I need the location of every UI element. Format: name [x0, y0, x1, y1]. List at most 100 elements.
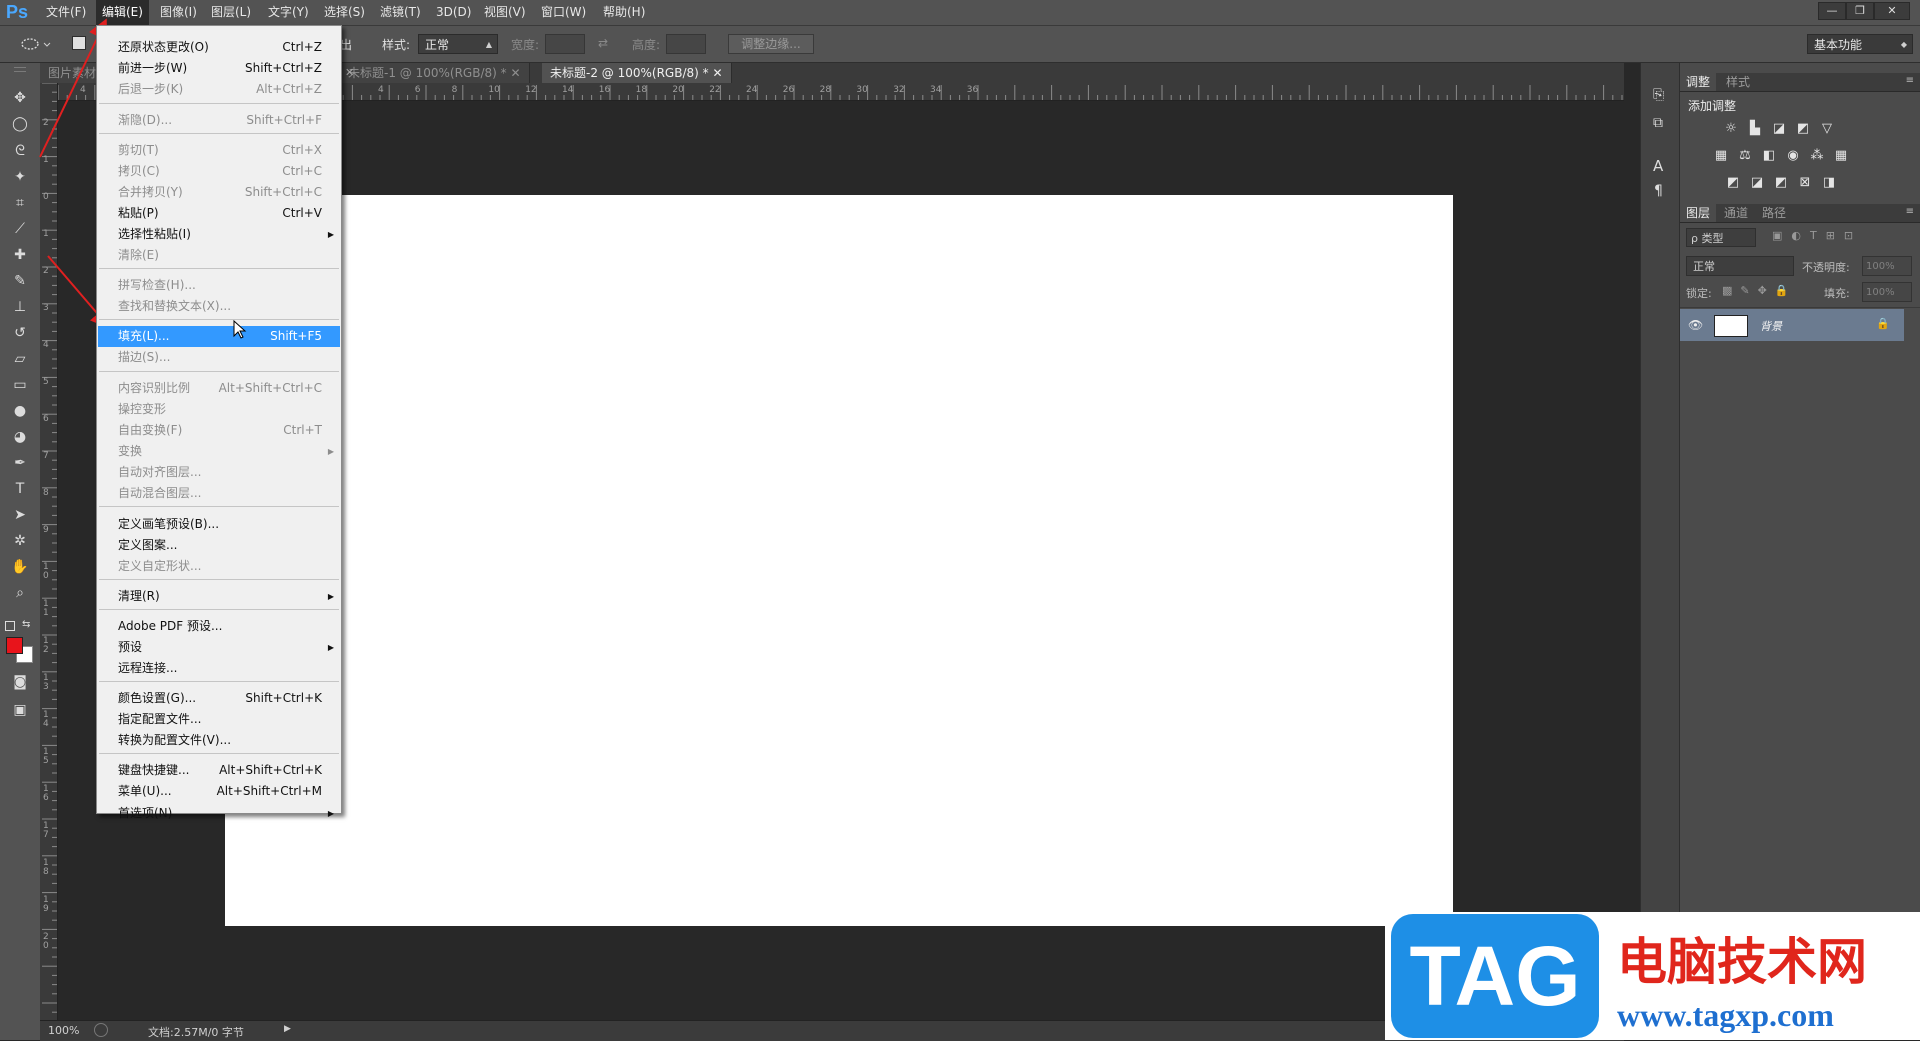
hand-tool-icon[interactable]: ✋ — [8, 556, 32, 578]
menu-item-define-brush-preset[interactable]: 定义画笔预设(B)... — [98, 514, 340, 535]
menu-item-convert-to-profile[interactable]: 转换为配置文件(V)... — [98, 730, 340, 751]
dodge-tool-icon[interactable]: ◕ — [8, 426, 32, 448]
brightness-contrast-icon[interactable]: ☼ — [1722, 121, 1740, 137]
lock-icons[interactable]: ▩✎✥🔒 — [1722, 284, 1797, 297]
tab-styles[interactable]: 样式 — [1720, 73, 1756, 91]
layer-row-background[interactable]: 👁 背景 🔒 — [1680, 309, 1904, 341]
menu-item-shortcut: Shift+F5 — [270, 329, 322, 343]
menu-item-label: 首选项(N) — [118, 806, 173, 820]
zoom-tool-icon[interactable]: ⌕ — [8, 582, 32, 604]
menu-item-paste[interactable]: 粘贴(P) Ctrl+V — [98, 203, 340, 224]
menu-item-undo[interactable]: 还原状态更改(O) Ctrl+Z — [98, 37, 340, 58]
tab-paths[interactable]: 路径 — [1756, 204, 1792, 222]
menu-window[interactable]: 窗口(W) — [535, 0, 592, 25]
menu-item-copy: 拷贝(C) Ctrl+C — [98, 161, 340, 182]
menu-item-paste-special[interactable]: 选择性粘贴(I) ▶ — [98, 224, 340, 245]
menu-item-label: Adobe PDF 预设... — [118, 619, 223, 633]
vibrance-icon[interactable]: ▽ — [1818, 121, 1836, 137]
color-lookup-icon[interactable]: ▦ — [1832, 148, 1850, 164]
document-canvas[interactable] — [225, 195, 1453, 926]
status-arrow-icon[interactable]: ▶ — [284, 1024, 291, 1034]
height-field[interactable] — [666, 34, 706, 54]
path-selection-tool-icon[interactable]: ➤ — [8, 504, 32, 526]
menu-item-label: 键盘快捷键... — [118, 763, 190, 777]
zoom-level[interactable]: 100% — [48, 1024, 79, 1037]
menu-item-step-forward[interactable]: 前进一步(W) Shift+Ctrl+Z — [98, 58, 340, 79]
hue-saturation-icon[interactable]: ▦ — [1712, 148, 1730, 164]
blend-mode-select[interactable]: 正常 — [1686, 256, 1794, 276]
fill-label: 填充: — [1824, 287, 1850, 300]
close-button[interactable]: ✕ — [1874, 2, 1910, 20]
select-arrow-icon: ◆ — [1900, 40, 1907, 49]
selective-color-icon[interactable]: ◨ — [1820, 175, 1838, 191]
foreground-color-swatch[interactable] — [6, 637, 23, 654]
menu-item-label: 颜色设置(G)... — [118, 691, 197, 705]
menu-item-shortcut: Ctrl+Z — [282, 40, 322, 54]
panel-menu-icon[interactable]: ≡ — [1906, 206, 1914, 217]
screen-mode-icon[interactable]: ▣ — [8, 699, 32, 721]
paragraph-icon[interactable]: ¶ — [1654, 183, 1663, 199]
menu-item-fill[interactable]: 填充(L)... Shift+F5 — [98, 326, 340, 347]
menu-item-presets[interactable]: 预设 ▶ — [98, 637, 340, 658]
restore-button[interactable]: ❐ — [1846, 2, 1874, 20]
menu-item-purge[interactable]: 清理(R) ▶ — [98, 586, 340, 607]
curves-icon[interactable]: ◪ — [1770, 121, 1788, 137]
pen-tool-icon[interactable]: ✒ — [8, 452, 32, 474]
tab-adjustments[interactable]: 调整 — [1680, 73, 1717, 91]
layer-filter-icons[interactable]: ▣◐T⊞⊡ — [1772, 229, 1862, 242]
menu-view[interactable]: 视图(V) — [478, 0, 532, 25]
properties-icon[interactable]: ⧉ — [1653, 115, 1663, 131]
minimize-button[interactable]: — — [1818, 2, 1846, 20]
menu-item-remote-connections[interactable]: 远程连接... — [98, 658, 340, 679]
posterize-icon[interactable]: ◪ — [1748, 175, 1766, 191]
shape-tool-icon[interactable]: ✲ — [8, 530, 32, 552]
color-balance-icon[interactable]: ⚖ — [1736, 148, 1754, 164]
workspace-select[interactable]: 基本功能 ◆ — [1807, 34, 1913, 54]
menu-item-keyboard-shortcuts[interactable]: 键盘快捷键... Alt+Shift+Ctrl+K — [98, 760, 340, 781]
tab-close-icon[interactable]: ✕ — [712, 66, 722, 80]
submenu-arrow-icon: ▶ — [327, 809, 334, 818]
refine-edge-button[interactable]: 调整边缘... — [728, 34, 814, 54]
levels-icon[interactable]: ▙ — [1746, 121, 1764, 137]
tab-channels[interactable]: 通道 — [1718, 204, 1754, 222]
style-select[interactable]: 正常 ▲ — [418, 34, 498, 54]
gradient-map-icon[interactable]: ⊠ — [1796, 175, 1814, 191]
tab-layers[interactable]: 图层 — [1680, 204, 1717, 222]
swap-colors-icon[interactable]: ⇆ — [22, 619, 30, 630]
type-tool-icon[interactable]: T — [8, 478, 32, 500]
exposure-icon[interactable]: ◩ — [1794, 121, 1812, 137]
width-field[interactable] — [545, 34, 585, 54]
layer-lock-icon: 🔒 — [1876, 317, 1890, 330]
history-icon[interactable]: ⎘ — [1653, 87, 1664, 103]
fill-field[interactable]: 100% — [1862, 282, 1912, 302]
panel-menu-icon[interactable]: ≡ — [1906, 75, 1914, 86]
share-icon[interactable] — [94, 1023, 108, 1037]
layer-thumbnail — [1714, 315, 1748, 337]
character-icon[interactable]: A — [1653, 157, 1663, 175]
opacity-field[interactable]: 100% — [1862, 256, 1912, 276]
menu-item-adobe-pdf-presets[interactable]: Adobe PDF 预设... — [98, 616, 340, 637]
menu-help[interactable]: 帮助(H) — [597, 0, 651, 25]
layer-name[interactable]: 背景 — [1760, 318, 1782, 334]
tab-untitled-2[interactable]: 未标题-2 @ 100%(RGB/8) * ✕ — [542, 63, 732, 83]
swap-icon[interactable]: ⇄ — [598, 36, 608, 50]
menu-item-color-settings[interactable]: 颜色设置(G)... Shift+Ctrl+K — [98, 688, 340, 709]
visibility-eye-icon[interactable]: 👁 — [1688, 318, 1703, 332]
invert-icon[interactable]: ◩ — [1724, 175, 1742, 191]
threshold-icon[interactable]: ◩ — [1772, 175, 1790, 191]
menu-item-define-pattern[interactable]: 定义图案... — [98, 535, 340, 556]
menu-3d[interactable]: 3D(D) — [430, 0, 477, 25]
photo-filter-icon[interactable]: ◉ — [1784, 148, 1802, 164]
quick-mask-icon[interactable]: ◙ — [8, 671, 32, 693]
menu-item-preferences[interactable]: 首选项(N) ▶ — [98, 803, 340, 824]
tab-close-icon[interactable]: ✕ — [510, 66, 520, 80]
black-white-icon[interactable]: ◧ — [1760, 148, 1778, 164]
channel-mixer-icon[interactable]: ⁂ — [1808, 148, 1826, 164]
menu-item-menus[interactable]: 菜单(U)... Alt+Shift+Ctrl+M — [98, 781, 340, 802]
divider — [1680, 307, 1920, 308]
default-colors-icon[interactable] — [5, 621, 15, 631]
layer-kind-filter[interactable]: ρ 类型 — [1686, 228, 1756, 247]
ruler-label: 28 — [819, 85, 832, 95]
blur-tool-icon[interactable]: ● — [8, 400, 32, 422]
menu-item-assign-profile[interactable]: 指定配置文件... — [98, 709, 340, 730]
